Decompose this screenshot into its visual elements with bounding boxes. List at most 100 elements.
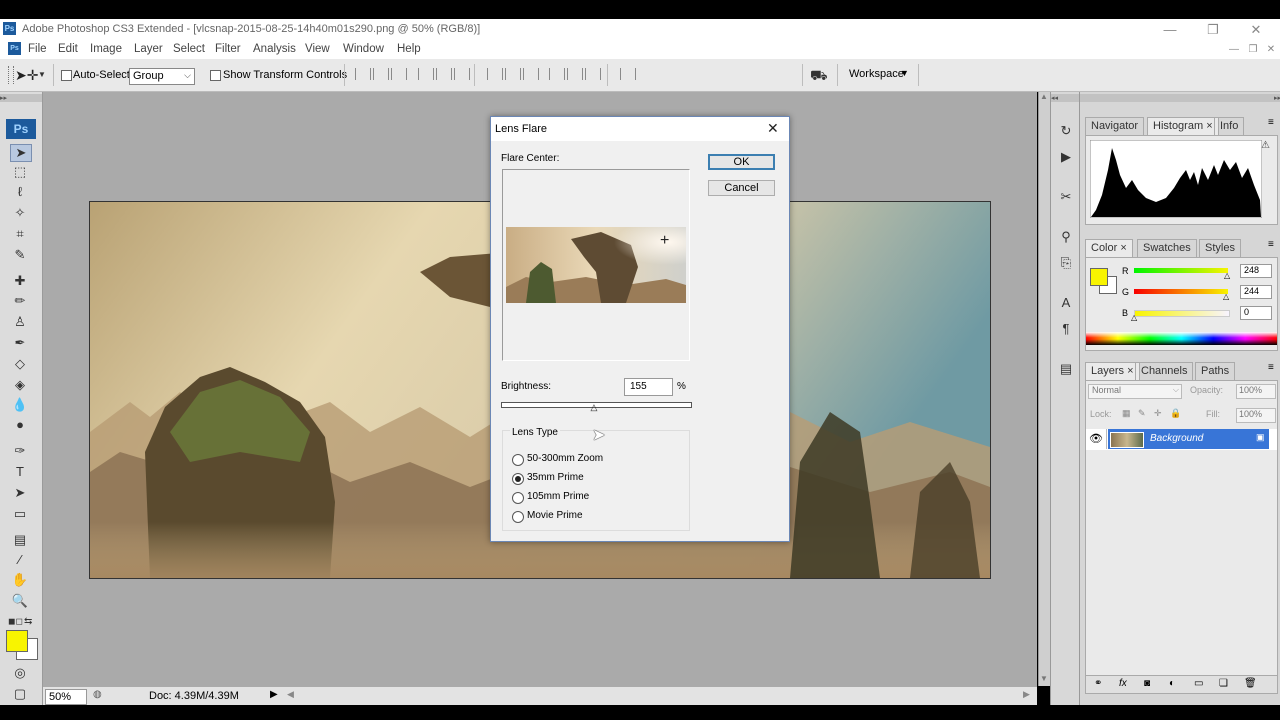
clone-source-icon[interactable]: ⎘ [1057,254,1075,272]
flare-preview-area[interactable]: + [502,169,690,361]
color-ramp[interactable] [1086,332,1277,345]
scroll-up-icon[interactable]: ▲ [1040,92,1048,101]
magic-wand-icon[interactable]: ✧ [10,205,30,221]
auto-align-icon[interactable] [620,68,636,80]
doc-minimize-icon[interactable]: — [1226,44,1242,56]
lens-radio-105mm-prime[interactable] [512,492,524,504]
screen-mode-icon[interactable]: ▢ [10,686,30,702]
clone-stamp-icon[interactable]: ♙ [10,314,30,330]
distribute-left-icon[interactable] [549,68,565,80]
b-field[interactable]: 0 [1240,306,1272,320]
close-icon[interactable]: × [1120,242,1126,254]
fill-field[interactable]: 100% [1236,408,1276,423]
default-colors-icon[interactable]: ◼◻ [8,616,23,627]
scroll-right-icon[interactable]: ▶ [1023,689,1030,700]
ok-button[interactable]: OK [708,154,775,170]
layer-row[interactable]: 👁 Background ▣ [1086,429,1277,450]
scroll-left-icon[interactable]: ◀ [287,689,294,700]
tab-layers[interactable]: Layers × [1085,362,1140,380]
scroll-down-icon[interactable]: ▼ [1040,674,1048,683]
close-icon[interactable]: × [1206,120,1212,132]
doc-restore-icon[interactable]: ❐ [1245,44,1261,56]
move-tool-icon[interactable]: ➤ [10,144,32,162]
distribute-hcenter-icon[interactable] [567,68,583,80]
status-menu-icon[interactable]: ▶ [270,689,278,700]
quick-mask-icon[interactable]: ◎ [10,665,30,681]
lens-radio-50-300mm-zoom[interactable] [512,454,524,466]
lens-radio-label[interactable]: Movie Prime [527,510,583,521]
r-slider-thumb-icon[interactable]: △ [1224,271,1230,280]
eraser-tool-icon[interactable]: ◇ [10,356,30,372]
foreground-color-swatch[interactable] [6,630,28,652]
slice-tool-icon[interactable]: ✎ [10,247,30,263]
tab-channels[interactable]: Channels [1135,362,1194,380]
tab-navigator[interactable]: Navigator [1085,117,1145,135]
paint-bucket-icon[interactable]: ◈ [10,377,30,393]
warning-icon[interactable]: ⚠ [1261,140,1270,151]
type-tool-icon[interactable]: T [10,464,30,480]
history-panel-icon[interactable]: ↻ [1057,122,1075,140]
lens-radio-label[interactable]: 35mm Prime [527,472,584,483]
bridge-icon[interactable]: ⛟ [810,67,828,86]
panel-menu-icon[interactable]: ≡ [1268,239,1274,250]
pen-tool-icon[interactable]: ✑ [10,443,30,459]
paragraph-panel-icon[interactable]: ¶ [1057,320,1075,338]
hand-tool-icon[interactable]: ✋ [10,572,30,588]
lock-transparency-icon[interactable]: ▦ [1122,408,1131,419]
align-bottom-icon[interactable] [391,68,407,80]
path-selection-icon[interactable]: ➤ [10,485,30,501]
zoom-field[interactable]: 50% [45,689,87,705]
opacity-field[interactable]: 100% [1236,384,1276,399]
lens-radio-label[interactable]: 105mm Prime [527,491,589,502]
close-button[interactable]: ✕ [1241,21,1271,38]
align-hcenter-icon[interactable] [436,68,452,80]
add-mask-icon[interactable]: ◙ [1144,678,1150,689]
menu-select[interactable]: Select [173,43,205,55]
link-layers-icon[interactable]: ⚭ [1094,678,1102,689]
auto-select-checkbox[interactable] [61,70,72,81]
g-field[interactable]: 244 [1240,285,1272,299]
distribute-bottom-icon[interactable] [523,68,539,80]
close-icon[interactable]: ✕ [767,120,779,137]
align-top-icon[interactable] [355,68,371,80]
document-icon[interactable]: Ps [8,42,21,55]
menu-analysis[interactable]: Analysis [253,43,296,55]
cancel-button[interactable]: Cancel [708,180,775,196]
menu-window[interactable]: Window [343,43,384,55]
menu-edit[interactable]: Edit [58,43,78,55]
distribute-right-icon[interactable] [585,68,601,80]
lens-radio-label[interactable]: 50-300mm Zoom [527,453,603,464]
r-field[interactable]: 248 [1240,264,1272,278]
menu-file[interactable]: File [28,43,47,55]
dock-collapse-icon[interactable]: ◂◂ [1051,94,1079,102]
move-tool-icon[interactable]: ➤✛ [15,67,38,84]
b-slider-thumb-icon[interactable]: △ [1131,313,1137,322]
lock-position-icon[interactable]: ✛ [1154,408,1162,419]
eyedropper-icon[interactable]: ⁄ [10,552,30,568]
chevron-down-icon[interactable]: ▼ [38,70,46,79]
menu-layer[interactable]: Layer [134,43,163,55]
workspace-label[interactable]: Workspace [849,68,904,80]
close-icon[interactable]: × [1127,365,1133,377]
tab-styles[interactable]: Styles [1199,239,1241,257]
align-right-icon[interactable] [454,68,470,80]
toolbox-collapse-icon[interactable]: ▸▸ [0,94,42,102]
adjustment-layer-icon[interactable]: ◐ [1169,678,1175,689]
lock-all-icon[interactable]: 🔒 [1170,408,1181,419]
shape-tool-icon[interactable]: ▭ [10,506,30,522]
menu-image[interactable]: Image [90,43,122,55]
character-panel-icon[interactable]: A [1057,294,1075,312]
new-group-icon[interactable]: ▭ [1194,678,1203,689]
tab-histogram[interactable]: Histogram × [1147,117,1219,135]
align-vcenter-icon[interactable] [373,68,389,80]
visibility-eye-icon[interactable]: 👁 [1086,429,1107,449]
marquee-tool-icon[interactable]: ⬚ [10,164,30,180]
brushes-panel-icon[interactable]: ⚲ [1057,228,1075,246]
menu-filter[interactable]: Filter [215,43,241,55]
fg-color-chip[interactable] [1090,268,1108,286]
minimize-button[interactable]: — [1155,21,1185,38]
show-transform-checkbox[interactable] [210,70,221,81]
panels-collapse-icon[interactable]: ▸▸ [1080,94,1280,102]
lock-pixels-icon[interactable]: ✎ [1138,408,1146,419]
tool-presets-icon[interactable]: ✂ [1057,188,1075,206]
